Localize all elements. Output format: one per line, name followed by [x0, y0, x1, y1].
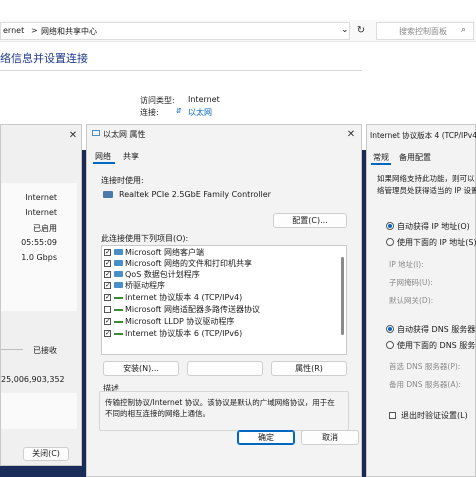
- protocol-icon: [114, 297, 123, 299]
- alternate-dns-label: 备用 DNS 服务器(A):: [389, 380, 461, 389]
- description-line-1: 如果网络支持此功能，则可以: [377, 174, 475, 183]
- list-item[interactable]: Microsoft 网络客户端: [125, 247, 204, 258]
- auto-dns-label[interactable]: 自动获得 DNS 服务器地: [397, 324, 476, 335]
- search-placeholder: 搜索控制面板: [399, 27, 447, 36]
- protocol-icon: [114, 309, 123, 311]
- list-item[interactable]: Microsoft 网络的文件和打印机共享: [125, 258, 252, 269]
- auto-ip-radio[interactable]: [386, 222, 394, 230]
- adapter-icon: [103, 191, 113, 198]
- ok-button[interactable]: 确定: [237, 430, 295, 445]
- list-item[interactable]: Internet 协议版本 6 (TCP/IPv6): [125, 328, 242, 339]
- list-item-checkbox[interactable]: ✓: [104, 271, 111, 278]
- received-label: 已接收: [33, 346, 57, 355]
- properties-button[interactable]: 属性(R): [271, 361, 347, 376]
- divider: [0, 70, 362, 71]
- validate-checkbox[interactable]: [389, 412, 396, 419]
- address-box[interactable]: ernet > 网络和共享中心 ⌄: [0, 22, 350, 40]
- ipv4-properties-window: Internet 协议版本 4 (TCP/IPv4) 属 常规 备用配置 如果网…: [366, 124, 476, 477]
- client-icon: [114, 271, 123, 277]
- manual-dns-label[interactable]: 使用下面的 DNS 服务器: [397, 340, 476, 351]
- configure-button[interactable]: 配置(C)...: [273, 213, 347, 228]
- list-item-checkbox[interactable]: ✓: [104, 330, 111, 337]
- connection-link[interactable]: 以太网: [188, 107, 212, 118]
- connect-using-label: 连接时使用:: [101, 176, 144, 185]
- gateway-label: 默认网关(D):: [389, 296, 434, 305]
- manual-dns-radio[interactable]: [386, 341, 394, 349]
- chevron-down-icon[interactable]: ⌄: [341, 25, 349, 35]
- page-heading: 络信息并设置连接: [0, 52, 88, 65]
- validate-label[interactable]: 退出时验证设置(L): [401, 410, 468, 421]
- window-title: 以太网 属性: [103, 130, 146, 139]
- client-icon: [114, 249, 123, 255]
- status-value-5: 1.0 Gbps: [21, 253, 57, 262]
- close-icon[interactable]: ✕: [65, 129, 81, 143]
- description-line-2: 络管理员处获得适当的 IP 设置: [377, 186, 476, 195]
- breadcrumb-separator: >: [31, 26, 38, 35]
- list-item-checkbox[interactable]: ✓: [104, 249, 111, 256]
- close-button[interactable]: 关闭(C): [23, 447, 69, 461]
- status-value-2: Internet: [25, 208, 57, 217]
- adapter-name: Realtek PCIe 2.5GbE Family Controller: [119, 190, 271, 199]
- breadcrumb-internet[interactable]: ernet: [3, 26, 24, 35]
- activity-divider: [1, 349, 23, 350]
- list-item[interactable]: Microsoft LLDP 协议驱动程序: [125, 316, 234, 327]
- tab-underline: [93, 162, 115, 164]
- tab-network[interactable]: 网络: [95, 151, 111, 162]
- search-box[interactable]: 搜索控制面板 ⌕: [376, 22, 474, 40]
- refresh-icon[interactable]: ↻: [354, 24, 368, 38]
- client-icon: [114, 260, 123, 266]
- search-icon: ⌕: [461, 25, 467, 35]
- bytes-received: 25,006,903,352: [1, 375, 65, 384]
- breadcrumb-network-center[interactable]: 网络和共享中心: [41, 26, 97, 37]
- list-item-checkbox[interactable]: ✓: [104, 282, 111, 289]
- tab-alternate-config[interactable]: 备用配置: [399, 152, 431, 163]
- ethernet-icon: ⇵: [176, 107, 182, 115]
- list-item-checkbox[interactable]: [104, 306, 111, 313]
- auto-dns-radio[interactable]: [386, 325, 394, 333]
- list-item[interactable]: 桥驱动程序: [125, 280, 165, 291]
- uninstall-button[interactable]: [187, 361, 263, 376]
- manual-ip-radio[interactable]: [386, 238, 394, 246]
- tab-underline: [371, 163, 391, 165]
- taskbar: [0, 466, 86, 477]
- list-scrollbar[interactable]: [341, 257, 344, 335]
- access-type-label: 访问类型:: [140, 96, 175, 105]
- ip-address-label: IP 地址(I):: [389, 260, 424, 269]
- list-item-checkbox[interactable]: ✓: [104, 260, 111, 267]
- ethernet-properties-window: 以太网 属性 ✕ 网络 共享 连接时使用: Realtek PCIe 2.5Gb…: [86, 124, 362, 477]
- tab-general[interactable]: 常规: [373, 152, 389, 163]
- ethernet-icon: [92, 130, 100, 136]
- status-value-3: 已启用: [33, 224, 57, 233]
- access-type-value: Internet: [188, 95, 220, 104]
- protocol-icon: [114, 333, 123, 335]
- status-value-4: 05:55:09: [21, 238, 57, 247]
- cancel-button[interactable]: 取消: [301, 430, 359, 445]
- protocol-icon: [114, 321, 123, 323]
- status-panel: [1, 183, 77, 311]
- description-text: 传输控制协议/Internet 协议。该协议是默认的广域网络协议，用于在不同的相…: [105, 398, 335, 418]
- list-item-checkbox[interactable]: ✓: [104, 294, 111, 301]
- status-value-1: Internet: [25, 193, 57, 202]
- tab-sharing[interactable]: 共享: [123, 151, 139, 162]
- connection-label: 连接:: [140, 108, 159, 117]
- install-button[interactable]: 安装(N)...: [103, 361, 179, 376]
- protocol-icon: [114, 282, 123, 288]
- close-icon[interactable]: ✕: [343, 128, 359, 142]
- window-title: Internet 协议版本 4 (TCP/IPv4) 属: [370, 131, 476, 140]
- list-item-checkbox[interactable]: ✓: [104, 318, 111, 325]
- list-item[interactable]: QoS 数据包计划程序: [125, 269, 200, 280]
- ethernet-status-window: ✕ Internet Internet 已启用 05:55:09 1.0 Gbp…: [0, 124, 82, 466]
- preferred-dns-label: 首选 DNS 服务器(P):: [389, 362, 461, 371]
- manual-ip-label[interactable]: 使用下面的 IP 地址(S):: [397, 237, 476, 248]
- auto-ip-label[interactable]: 自动获得 IP 地址(O): [397, 221, 470, 232]
- list-item[interactable]: Internet 协议版本 4 (TCP/IPv4): [125, 292, 242, 303]
- status-panel-bottom: [1, 393, 77, 429]
- items-label: 此连接使用下列项目(O):: [101, 234, 189, 243]
- list-item[interactable]: Microsoft 网络适配器多路传送器协议: [125, 304, 260, 315]
- subnet-mask-label: 子网掩码(U):: [389, 278, 433, 287]
